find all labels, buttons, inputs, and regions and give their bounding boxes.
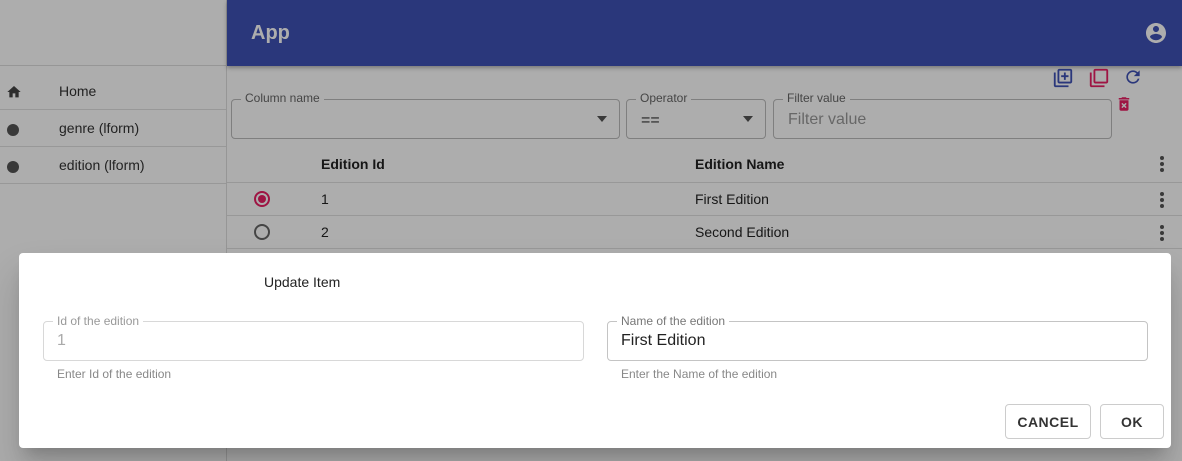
edition-id-helper: Enter Id of the edition [57, 367, 172, 381]
cancel-button[interactable]: CANCEL [1005, 404, 1091, 439]
edition-name-label: Name of the edition [617, 314, 730, 328]
edition-name-field[interactable]: Name of the edition First Edition [607, 314, 1148, 361]
edition-name-helper: Enter the Name of the edition [621, 367, 778, 381]
edition-name-value: First Edition [621, 332, 706, 349]
edition-id-value: 1 [57, 332, 66, 349]
ok-button[interactable]: OK [1100, 404, 1164, 439]
edition-id-label: Id of the edition [53, 314, 144, 328]
update-item-dialog: Update Item Id of the edition 1 Enter Id… [19, 253, 1171, 448]
edition-id-field: Id of the edition 1 [43, 314, 584, 361]
dialog-title: Update Item [264, 274, 341, 290]
